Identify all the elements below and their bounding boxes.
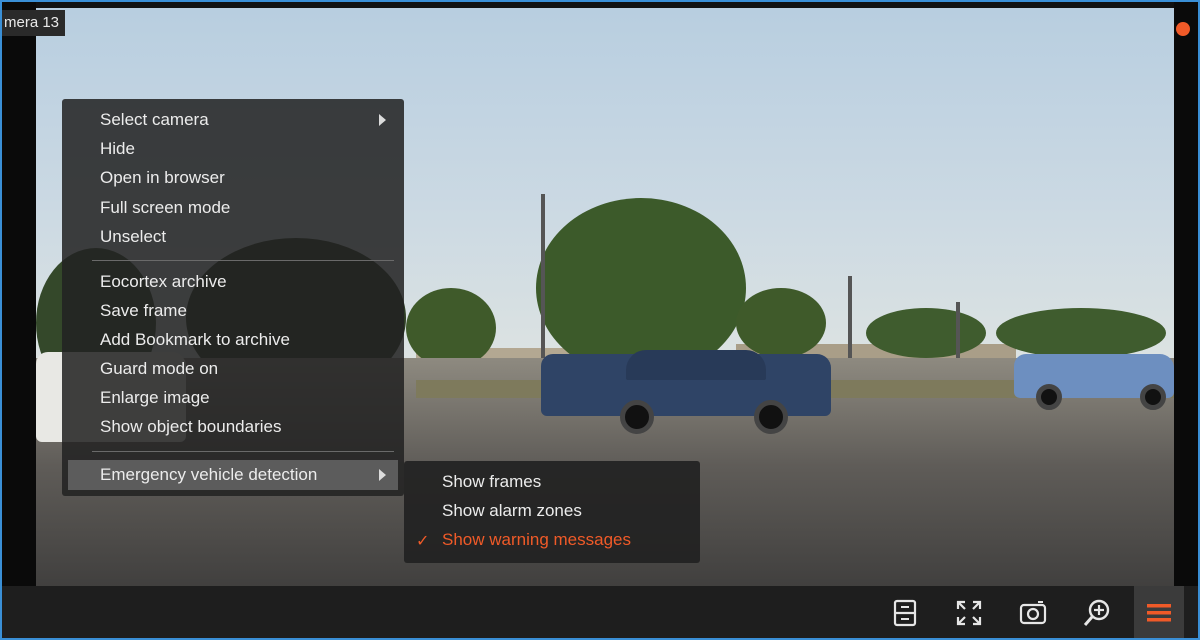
menu-item-eocortex-archive[interactable]: Eocortex archive	[100, 271, 227, 293]
submenu-arrow-icon	[379, 114, 386, 126]
layout-icon	[893, 599, 917, 627]
camera-title-label: mera 13	[2, 10, 66, 36]
zoom-in-button[interactable]	[1074, 586, 1120, 638]
hamburger-menu-icon	[1147, 604, 1171, 622]
menu-item-add-bookmark[interactable]: Add Bookmark to archive	[100, 329, 290, 351]
menu-separator	[92, 451, 394, 452]
menu-item-hide[interactable]: Hide	[100, 138, 135, 160]
zoom-in-icon	[1083, 599, 1110, 626]
right-edge-bar	[1174, 2, 1198, 586]
submenu-item-show-frames[interactable]: Show frames	[442, 471, 541, 493]
menu-item-select-camera[interactable]: Select camera	[100, 109, 209, 131]
left-edge-bar	[2, 2, 36, 586]
submenu-item-show-warning-messages[interactable]: Show warning messages	[442, 529, 631, 551]
menu-item-unselect[interactable]: Unselect	[100, 226, 166, 248]
fullscreen-button[interactable]	[946, 586, 992, 638]
camera-toolbar	[2, 586, 1198, 638]
menu-item-open-in-browser[interactable]: Open in browser	[100, 167, 225, 189]
menu-item-guard-mode-on[interactable]: Guard mode on	[100, 358, 218, 380]
snapshot-button[interactable]	[1010, 586, 1056, 638]
submenu-arrow-icon	[379, 469, 386, 481]
recording-indicator-icon	[1176, 22, 1190, 36]
submenu-item-show-alarm-zones[interactable]: Show alarm zones	[442, 500, 582, 522]
emergency-detection-submenu: Show frames Show alarm zones ✓ Show warn…	[404, 461, 700, 563]
menu-item-show-object-boundaries[interactable]: Show object boundaries	[100, 416, 281, 438]
fullscreen-icon	[956, 600, 982, 626]
menu-separator	[92, 260, 394, 261]
menu-item-save-frame[interactable]: Save frame	[100, 300, 187, 322]
menu-item-emergency-vehicle-detection[interactable]: Emergency vehicle detection	[100, 464, 317, 486]
camera-context-menu: Select camera Hide Open in browser Full …	[62, 99, 404, 496]
layout-button[interactable]	[882, 586, 928, 638]
camera-view[interactable]: mera 13 Select camera Hide Open in brows…	[0, 0, 1200, 640]
checkmark-icon: ✓	[416, 533, 430, 550]
snapshot-icon	[1019, 601, 1047, 625]
menu-item-full-screen-mode[interactable]: Full screen mode	[100, 197, 230, 219]
menu-item-enlarge-image[interactable]: Enlarge image	[100, 387, 210, 409]
hamburger-menu-button[interactable]	[1134, 586, 1184, 638]
